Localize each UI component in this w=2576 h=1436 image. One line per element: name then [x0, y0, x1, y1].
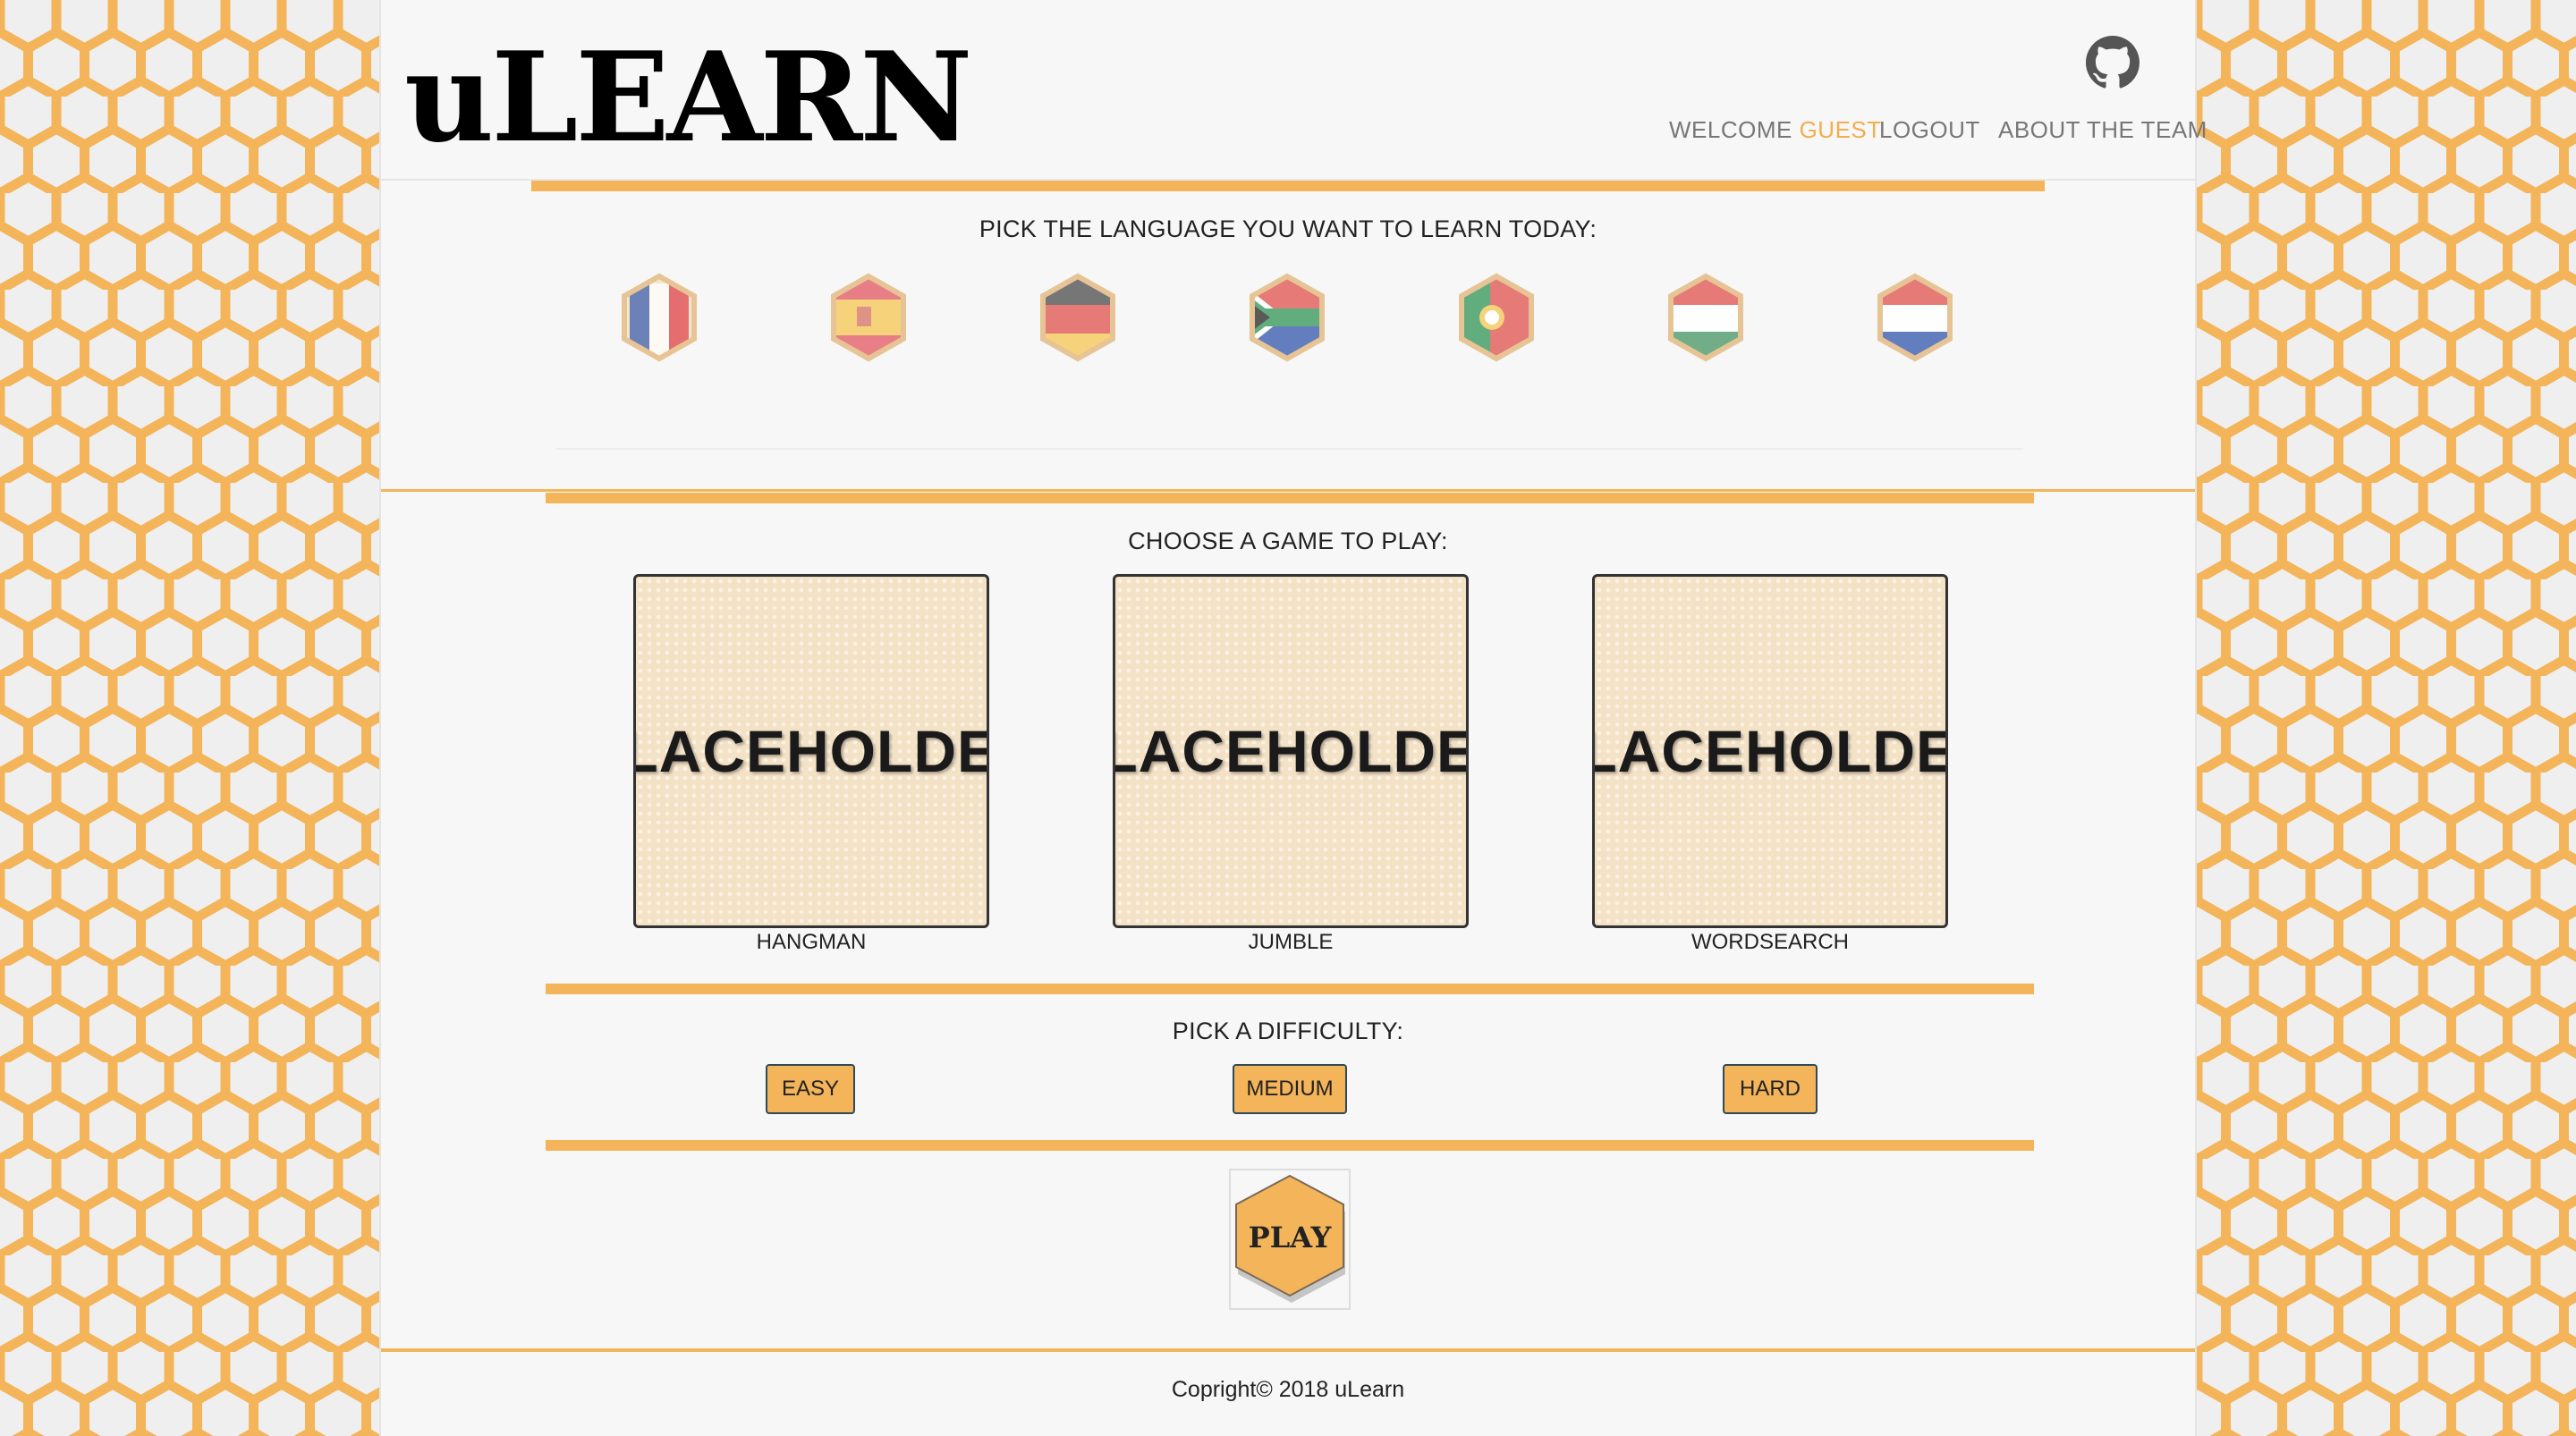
play-label: PLAY — [1248, 1221, 1332, 1254]
divider-bar — [546, 493, 2034, 503]
logout-link[interactable]: LOGOUT — [1879, 116, 1980, 144]
flag-france[interactable] — [621, 273, 698, 362]
site-logo[interactable]: uLEARN — [404, 21, 972, 173]
game-label-hangman: HANGMAN — [756, 930, 867, 954]
footer-separator — [381, 1348, 2195, 1352]
flag-netherlands[interactable] — [1877, 273, 1953, 362]
flag-spain[interactable] — [830, 273, 907, 362]
game-card-hangman[interactable]: PLACEHOLDER — [633, 574, 989, 928]
section-separator — [381, 489, 2195, 492]
flag-germany[interactable] — [1039, 273, 1116, 362]
play-button[interactable]: PLAY — [1229, 1169, 1351, 1310]
main-panel: uLEARN WELCOME GUEST LOGOUT ABOUT THE TE… — [379, 0, 2207, 1436]
game-card-jumble[interactable]: PLACEHOLDER — [1113, 574, 1469, 928]
divider-bar — [546, 984, 2034, 994]
game-image-text: PLACEHOLDER — [1115, 718, 1466, 784]
divider-bar — [546, 1140, 2034, 1151]
hard-button[interactable]: HARD — [1723, 1064, 1818, 1114]
game-section-title: CHOOSE A GAME TO PLAY: — [1128, 528, 1448, 554]
site-header: uLEARN WELCOME GUEST LOGOUT ABOUT THE TE… — [381, 0, 2207, 181]
welcome-nav-item: WELCOME GUEST — [1669, 116, 1882, 144]
game-image-text: PLACEHOLDER — [1595, 718, 1945, 784]
game-label-jumble: JUMBLE — [1248, 930, 1334, 954]
welcome-username[interactable]: GUEST — [1800, 116, 1882, 143]
difficulty-section-title: PICK A DIFFICULTY: — [1172, 1018, 1404, 1044]
game-card-wordsearch[interactable]: PLACEHOLDER — [1592, 574, 1948, 928]
game-label-wordsearch: WORDSEARCH — [1690, 930, 1849, 954]
hairline-divider — [556, 448, 2023, 450]
github-icon[interactable] — [2086, 36, 2140, 89]
flag-south-africa[interactable] — [1249, 273, 1326, 362]
game-image-text: PLACEHOLDER — [636, 718, 987, 784]
flag-portugal[interactable] — [1458, 273, 1535, 362]
flag-hungary[interactable] — [1667, 273, 1744, 362]
easy-button[interactable]: EASY — [766, 1064, 855, 1114]
divider-bar — [531, 181, 2045, 191]
welcome-label: WELCOME — [1669, 116, 1792, 143]
medium-button[interactable]: MEDIUM — [1233, 1064, 1347, 1114]
about-team-link[interactable]: ABOUT THE TEAM — [1998, 116, 2207, 144]
language-section-title: PICK THE LANGUAGE YOU WANT TO LEARN TODA… — [979, 215, 1597, 242]
copyright-text: Copright© 2018 uLearn — [1171, 1377, 1405, 1402]
